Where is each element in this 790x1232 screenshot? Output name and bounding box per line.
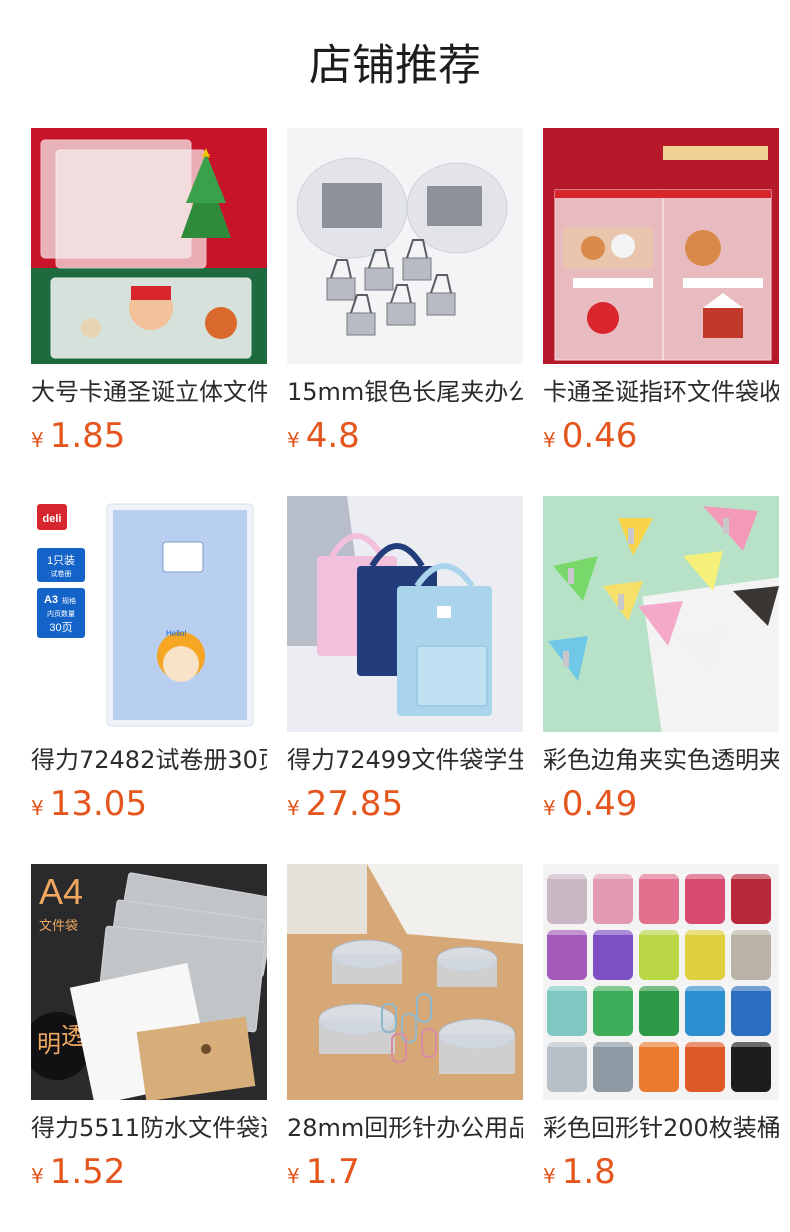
svg-text:30页: 30页 [49, 622, 72, 634]
price-value: 13.05 [49, 784, 148, 824]
product-image[interactable] [543, 496, 779, 732]
product-price: ¥1.8 [543, 1152, 616, 1192]
svg-text:1只装: 1只装 [47, 554, 75, 567]
product-image[interactable] [287, 864, 523, 1100]
product-price: ¥1.7 [287, 1152, 360, 1192]
currency-symbol: ¥ [287, 428, 300, 452]
currency-symbol: ¥ [287, 796, 300, 820]
svg-text:A3: A3 [44, 594, 58, 606]
svg-text:文件袋: 文件袋 [39, 918, 78, 933]
deli-test-paper-book-image: deli 1只装 试卷册 A3 规格 内页数量 30页 Hello! [31, 496, 267, 732]
a4-clear-file-bag-image: A4 文件袋 透 明 [31, 864, 267, 1100]
section-title: 店铺推荐 [309, 41, 481, 91]
product-price: ¥4.8 [287, 416, 360, 456]
price-value: 1.7 [305, 1152, 360, 1192]
svg-text:明: 明 [37, 1031, 61, 1058]
currency-symbol: ¥ [543, 796, 556, 820]
currency-symbol: ¥ [31, 1164, 44, 1188]
price-value: 1.85 [49, 416, 126, 456]
price-value: 0.49 [561, 784, 638, 824]
product-name[interactable]: 得力72499文件袋学生手提袋 [287, 743, 523, 777]
product-image[interactable] [287, 496, 523, 732]
product-name[interactable]: 卡通圣诞指环文件袋收纳 [543, 375, 779, 409]
product-price: ¥0.46 [543, 416, 637, 456]
price-value: 4.8 [305, 416, 360, 456]
product-name[interactable]: 大号卡通圣诞立体文件袋 [31, 375, 267, 409]
currency-symbol: ¥ [543, 428, 556, 452]
a4-label-text: A4 [39, 871, 83, 912]
product-image[interactable] [287, 128, 523, 364]
colored-paper-clips-jars-image [543, 864, 779, 1100]
price-value: 1.52 [49, 1152, 126, 1192]
product-image[interactable] [543, 864, 779, 1100]
svg-text:试卷册: 试卷册 [51, 569, 72, 578]
currency-symbol: ¥ [31, 428, 44, 452]
product-image[interactable]: deli 1只装 试卷册 A3 规格 内页数量 30页 Hello! [31, 496, 267, 732]
product-name[interactable]: 彩色边角夹实色透明夹子 [543, 743, 779, 777]
product-name[interactable]: 15mm银色长尾夹办公用品 [287, 375, 523, 409]
product-price: ¥27.85 [287, 784, 403, 824]
product-price: ¥0.49 [543, 784, 637, 824]
product-price: ¥1.85 [31, 416, 125, 456]
product-name[interactable]: 彩色回形针200枚装桶装 [543, 1111, 779, 1145]
product-image[interactable]: A4 文件袋 透 明 [31, 864, 267, 1100]
product-name[interactable]: 28mm回形针办公用品 [287, 1111, 523, 1145]
product-price: ¥1.52 [31, 1152, 125, 1192]
brand-logo-text: deli [43, 513, 62, 525]
price-value: 0.46 [561, 416, 638, 456]
product-image[interactable] [31, 128, 267, 364]
christmas-file-bag-image [31, 128, 267, 364]
svg-text:Hello!: Hello! [166, 629, 186, 638]
binder-clips-jar-image [287, 128, 523, 364]
corner-clips-image [543, 496, 779, 732]
product-price: ¥13.05 [31, 784, 147, 824]
canvas-tote-bags-image [287, 496, 523, 732]
price-value: 1.8 [561, 1152, 616, 1192]
price-value: 27.85 [305, 784, 404, 824]
currency-symbol: ¥ [287, 1164, 300, 1188]
svg-text:规格: 规格 [62, 596, 76, 605]
christmas-ring-file-bag-image [543, 128, 779, 364]
svg-text:内页数量: 内页数量 [47, 609, 75, 618]
currency-symbol: ¥ [31, 796, 44, 820]
paper-clips-jars-image [287, 864, 523, 1100]
product-name[interactable]: 得力5511防水文件袋透明 [31, 1111, 267, 1145]
currency-symbol: ¥ [543, 1164, 556, 1188]
product-name[interactable]: 得力72482试卷册30页 [31, 743, 267, 777]
product-image[interactable] [543, 128, 779, 364]
